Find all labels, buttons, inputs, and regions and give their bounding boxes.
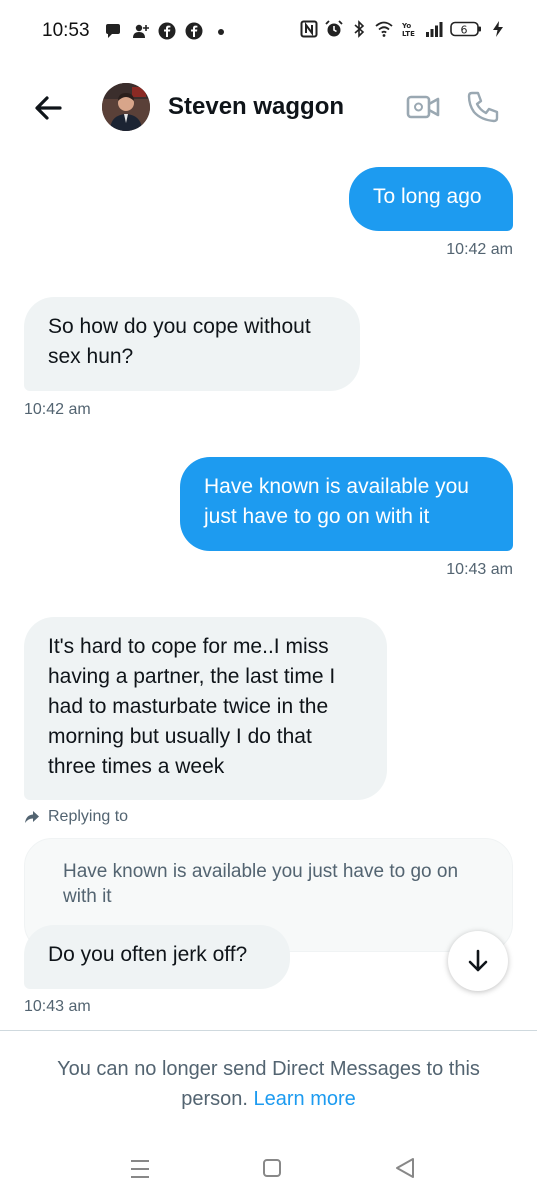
wifi-icon bbox=[375, 21, 393, 37]
avatar[interactable] bbox=[102, 83, 150, 131]
scroll-to-bottom-button[interactable] bbox=[448, 931, 508, 991]
reply-arrow-icon bbox=[25, 811, 39, 823]
message-bubble-received[interactable]: Do you often jerk off? bbox=[24, 925, 290, 989]
message-text: So how do you cope without sex hun? bbox=[48, 315, 311, 368]
back-triangle-icon[interactable] bbox=[394, 1156, 416, 1180]
learn-more-link[interactable]: Learn more bbox=[254, 1088, 356, 1110]
battery-icon: 6 bbox=[450, 21, 481, 37]
phone-icon[interactable] bbox=[466, 90, 500, 124]
contact-name[interactable]: Steven waggon bbox=[168, 93, 344, 121]
home-icon[interactable] bbox=[262, 1158, 282, 1178]
replying-to-label: Replying to bbox=[24, 808, 128, 826]
message-text: To long ago bbox=[373, 185, 482, 208]
video-call-icon[interactable] bbox=[406, 92, 440, 122]
message-timestamp: 10:42 am bbox=[24, 401, 91, 418]
message-timestamp: 10:43 am bbox=[446, 561, 513, 578]
charging-icon bbox=[493, 21, 503, 37]
signal-icon bbox=[426, 22, 443, 37]
message-bubble-sent[interactable]: To long ago bbox=[349, 167, 513, 231]
footer-divider bbox=[0, 1030, 537, 1031]
volte-icon: YoLTE bbox=[401, 22, 415, 38]
facebook-icon bbox=[158, 22, 176, 40]
message-timestamp: 10:43 am bbox=[24, 998, 91, 1015]
person-add-icon bbox=[133, 24, 149, 38]
svg-text:Yo: Yo bbox=[401, 22, 411, 30]
arrow-down-icon bbox=[468, 949, 488, 972]
bluetooth-icon bbox=[354, 20, 365, 38]
replying-to-text: Replying to bbox=[48, 808, 129, 825]
arrow-left-icon[interactable] bbox=[28, 90, 68, 126]
svg-text:LTE: LTE bbox=[402, 30, 415, 38]
menu-icon[interactable] bbox=[128, 1158, 152, 1180]
system-navigation-bar bbox=[0, 1140, 537, 1200]
message-text: It's hard to cope for me..I miss having … bbox=[48, 635, 336, 778]
battery-level: 6 bbox=[461, 24, 468, 37]
status-bar: 10:53 Yo LTE 6 bbox=[0, 0, 537, 62]
quoted-text: Have known is available you just have to… bbox=[63, 861, 459, 907]
message-bubble-sent[interactable]: Have known is available you just have to… bbox=[180, 457, 513, 551]
system-icons: Yo LTE 6 bbox=[300, 20, 507, 38]
nfc-icon bbox=[300, 20, 318, 38]
chat-bubble-icon bbox=[106, 24, 120, 38]
status-time: 10:53 bbox=[42, 20, 90, 41]
message-text: Do you often jerk off? bbox=[48, 943, 248, 966]
dot-icon bbox=[218, 29, 224, 35]
message-text: Have known is available you just have to… bbox=[204, 475, 469, 528]
message-bubble-received[interactable]: So how do you cope without sex hun? bbox=[24, 297, 360, 391]
message-bubble-received[interactable]: It's hard to cope for me..I miss having … bbox=[24, 617, 387, 800]
alarm-icon bbox=[325, 20, 343, 37]
notification-icons bbox=[104, 22, 230, 40]
facebook-icon bbox=[185, 22, 203, 40]
avatar-image bbox=[102, 83, 150, 131]
message-timestamp: 10:42 am bbox=[446, 241, 513, 258]
conversation-header: Steven waggon bbox=[0, 62, 537, 152]
dm-disabled-notice: You can no longer send Direct Messages t… bbox=[30, 1054, 507, 1114]
